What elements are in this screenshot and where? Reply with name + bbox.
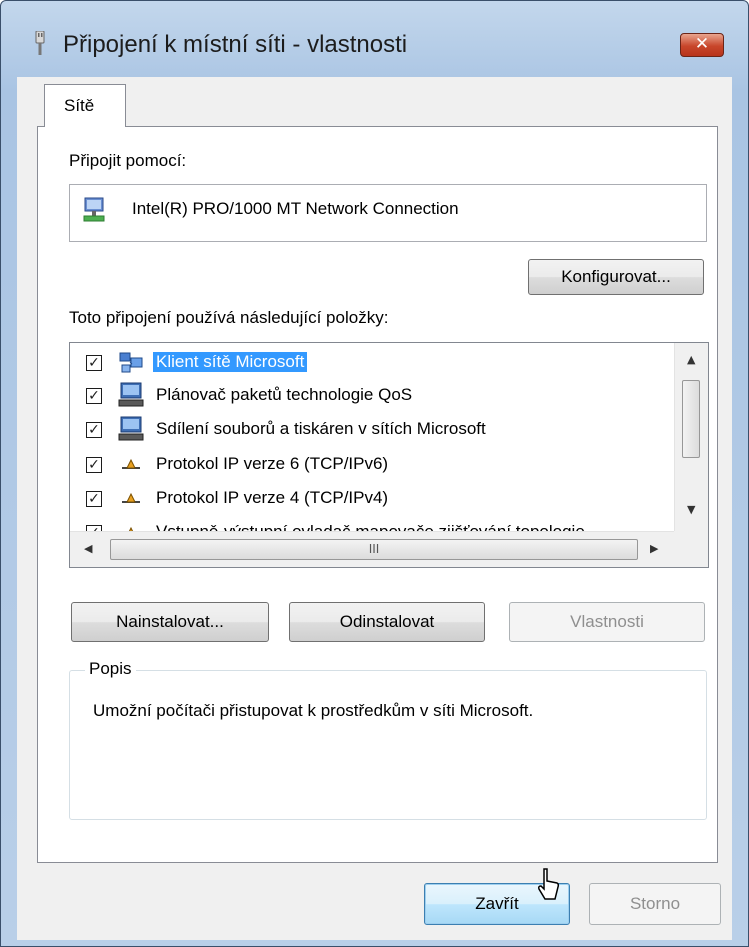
description-title: Popis xyxy=(85,659,136,679)
close-window-button[interactable]: ✕ xyxy=(680,33,724,57)
items-list[interactable]: ✓ Klient sítě Microsoft ✓ Plánovač paket… xyxy=(69,342,709,568)
protocol-icon xyxy=(122,492,140,503)
item-label: Sdílení souborů a tiskáren v sítích Micr… xyxy=(156,419,486,438)
scroll-up-icon[interactable]: ▲ xyxy=(687,353,695,366)
computer-icon xyxy=(118,382,144,407)
cancel-button[interactable]: Storno xyxy=(589,883,721,925)
list-item[interactable]: ✓ Protokol IP verze 6 (TCP/IPv6) xyxy=(70,449,675,481)
mouse-pointer-icon xyxy=(538,868,560,900)
item-label: Protokol IP verze 6 (TCP/IPv6) xyxy=(156,454,389,473)
items-label: Toto připojení používá následující polož… xyxy=(69,308,389,327)
protocol-icon xyxy=(128,526,134,531)
list-item[interactable]: ✓ Sdílení souborů a tiskáren v sítích Mi… xyxy=(70,414,675,446)
scroll-left-icon[interactable]: ◀ xyxy=(84,542,92,555)
network-client-icon xyxy=(119,352,143,373)
description-text: Umožní počítači přistupovat k prostředků… xyxy=(93,701,534,720)
uninstall-button[interactable]: Odinstalovat xyxy=(289,602,485,642)
item-checkbox[interactable]: ✓ xyxy=(86,491,102,507)
properties-button[interactable]: Vlastnosti xyxy=(509,602,705,642)
horizontal-scrollbar[interactable]: ◀ III ▶ xyxy=(70,531,674,567)
horizontal-scroll-thumb[interactable]: III xyxy=(110,539,638,560)
item-checkbox[interactable]: ✓ xyxy=(86,355,102,371)
item-checkbox[interactable]: ✓ xyxy=(86,388,102,404)
dialog-window: Připojení k místní síti - vlastnosti ✕ S… xyxy=(0,0,749,947)
network-cable-icon xyxy=(35,31,45,55)
item-checkbox[interactable]: ✓ xyxy=(86,457,102,473)
connect-using-label: Připojit pomocí: xyxy=(69,151,187,170)
description-group xyxy=(69,670,707,820)
install-button[interactable]: Nainstalovat... xyxy=(71,602,269,642)
scroll-down-icon[interactable]: ▼ xyxy=(687,503,695,516)
tab-label: Sítě xyxy=(64,96,95,115)
item-label: Plánovač paketů technologie QoS xyxy=(156,385,413,404)
adapter-name: Intel(R) PRO/1000 MT Network Connection xyxy=(132,199,459,218)
network-adapter-icon xyxy=(83,197,105,222)
title-bar[interactable]: Připojení k místní síti - vlastnosti ✕ xyxy=(1,1,748,77)
configure-button[interactable]: Konfigurovat... xyxy=(528,259,704,295)
item-label: Protokol IP verze 4 (TCP/IPv4) xyxy=(156,488,389,507)
scrollbar-corner xyxy=(674,531,708,567)
adapter-box: Intel(R) PRO/1000 MT Network Connection xyxy=(69,184,707,242)
vertical-scroll-thumb[interactable] xyxy=(682,380,700,458)
list-item[interactable]: ✓ Protokol IP verze 4 (TCP/IPv4) xyxy=(70,483,675,515)
list-item[interactable]: ✓ Klient sítě Microsoft xyxy=(70,347,675,379)
item-label: Klient sítě Microsoft xyxy=(153,352,308,372)
list-item[interactable]: ✓ Plánovač paketů technologie QoS xyxy=(70,380,675,412)
window-title: Připojení k místní síti - vlastnosti xyxy=(63,31,408,58)
item-checkbox[interactable]: ✓ xyxy=(86,422,102,438)
computer-icon xyxy=(118,416,144,441)
vertical-scrollbar[interactable]: ▲ ▼ xyxy=(674,343,708,531)
tab-networking[interactable]: Sítě xyxy=(44,84,126,127)
scroll-right-icon[interactable]: ▶ xyxy=(650,542,658,555)
protocol-icon xyxy=(122,458,140,469)
item-label: Vstupně-výstupní ovladač mapovače zjišťo… xyxy=(156,522,585,531)
list-item[interactable]: ✓ Vstupně-výstupní ovladač mapovače zjiš… xyxy=(70,517,675,531)
